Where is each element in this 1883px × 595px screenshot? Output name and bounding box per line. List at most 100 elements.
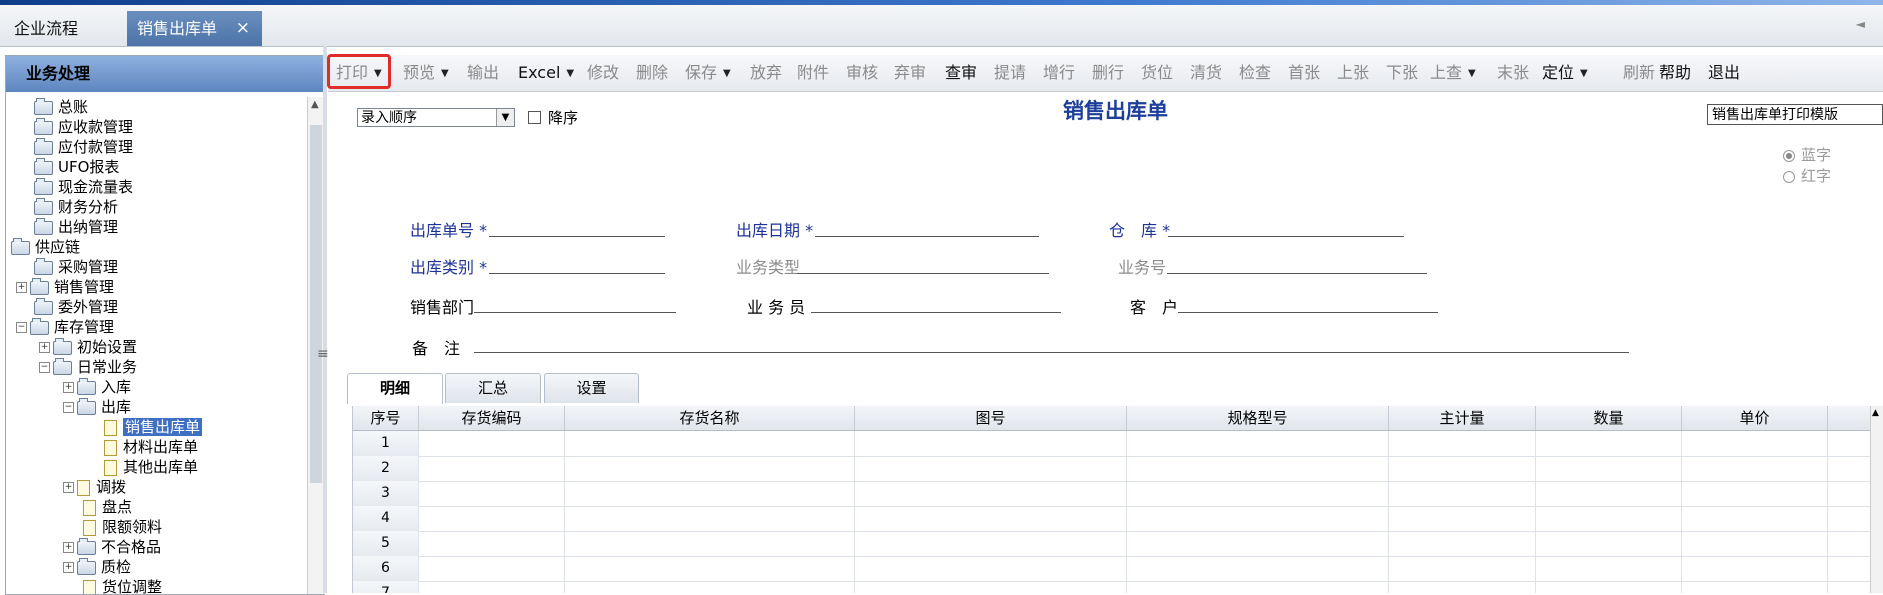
warehouse-field[interactable]	[1168, 236, 1404, 237]
table-cell[interactable]	[565, 556, 855, 581]
toolbar-button[interactable]: 放弃	[750, 63, 782, 83]
dropdown-arrow-icon[interactable]: ▼	[566, 68, 574, 79]
table-cell[interactable]	[419, 531, 565, 556]
tree-node[interactable]: 供应链	[11, 237, 80, 257]
dropdown-arrow-icon[interactable]: ▼	[441, 68, 449, 79]
table-cell[interactable]	[419, 556, 565, 581]
tree-node[interactable]: + 初始设置	[39, 337, 137, 357]
tree-node[interactable]: + 不合格品	[63, 537, 161, 557]
remark-field[interactable]	[474, 352, 1629, 353]
column-header[interactable]: 单价	[1682, 406, 1828, 430]
table-cell[interactable]	[1682, 431, 1828, 456]
tab-settings[interactable]: 设置	[544, 373, 639, 403]
table-cell[interactable]	[1127, 506, 1389, 531]
toolbar-button[interactable]: 刷新	[1623, 63, 1655, 83]
dropdown-arrow-icon[interactable]: ▼	[1580, 68, 1588, 79]
table-cell[interactable]	[1536, 456, 1682, 481]
table-cell[interactable]	[1389, 506, 1536, 531]
out-date-field[interactable]	[815, 236, 1039, 237]
descending-checkbox[interactable]	[528, 111, 541, 124]
tree-node[interactable]: 货位调整	[83, 577, 162, 594]
table-cell[interactable]	[419, 431, 565, 456]
table-row[interactable]: 7	[353, 581, 1879, 593]
chevron-down-icon[interactable]: ▼	[496, 109, 514, 126]
column-header[interactable]: 存货名称	[565, 406, 855, 430]
toolbar-button[interactable]: 删除	[636, 63, 668, 83]
salesman-field[interactable]	[811, 312, 1061, 313]
table-cell[interactable]	[855, 556, 1127, 581]
toolbar-button[interactable]: 保存 ▼	[685, 63, 731, 83]
tree-node[interactable]: 出纳管理	[34, 217, 118, 237]
toolbar-button[interactable]: 增行	[1043, 63, 1075, 83]
toolbar-button[interactable]: 输出	[467, 63, 499, 83]
table-cell[interactable]	[1127, 556, 1389, 581]
table-cell[interactable]	[1536, 531, 1682, 556]
table-cell[interactable]	[1389, 556, 1536, 581]
toolbar-button[interactable]: 下张	[1386, 63, 1418, 83]
tab-enterprise-flow[interactable]: 企业流程	[0, 11, 122, 46]
table-row[interactable]: 2	[353, 456, 1879, 482]
tree-node[interactable]: 限额领料	[83, 517, 162, 537]
tree-node[interactable]: 应收款管理	[34, 117, 133, 137]
collapse-icon[interactable]: −	[63, 402, 74, 413]
scroll-up-icon[interactable]: ▲	[1872, 408, 1879, 418]
dropdown-arrow-icon[interactable]: ▼	[723, 68, 731, 79]
table-cell[interactable]	[1536, 556, 1682, 581]
tree-node[interactable]: − 库存管理	[16, 317, 114, 337]
tab-sales-outbound[interactable]: 销售出库单 ×	[127, 11, 262, 46]
print-template-select[interactable]: 销售出库单打印模版	[1707, 104, 1883, 125]
table-cell[interactable]	[419, 456, 565, 481]
table-row[interactable]: 4	[353, 506, 1879, 532]
toolbar-button[interactable]: 首张	[1288, 63, 1320, 83]
customer-field[interactable]	[1178, 312, 1438, 313]
expand-icon[interactable]: +	[63, 562, 74, 573]
close-icon[interactable]: ×	[236, 11, 250, 46]
scroll-up-icon[interactable]: ▲	[311, 99, 319, 110]
toolbar-button[interactable]: 查审	[945, 63, 977, 83]
expand-icon[interactable]: +	[63, 482, 74, 493]
collapse-icon[interactable]: −	[39, 362, 50, 373]
table-cell[interactable]	[419, 481, 565, 506]
collapse-icon[interactable]: −	[16, 322, 27, 333]
tree-node[interactable]: + 调拨	[63, 477, 126, 497]
biz-type-field[interactable]	[797, 273, 1049, 274]
table-cell[interactable]	[1536, 581, 1682, 593]
expand-icon[interactable]: +	[16, 282, 27, 293]
scroll-thumb[interactable]	[310, 125, 322, 483]
toolbar-button[interactable]: 提请	[994, 63, 1026, 83]
table-cell[interactable]	[1389, 581, 1536, 593]
sales-dept-field[interactable]	[474, 312, 676, 313]
tree-node[interactable]: 盘点	[83, 497, 132, 517]
toolbar-button[interactable]: 帮助	[1659, 63, 1691, 83]
biz-no-field[interactable]	[1167, 273, 1427, 274]
tree-node[interactable]: 销售出库单	[104, 417, 203, 437]
tree-node[interactable]: 委外管理	[34, 297, 118, 317]
out-no-field[interactable]	[489, 236, 665, 237]
table-cell[interactable]	[565, 431, 855, 456]
table-cell[interactable]	[1127, 531, 1389, 556]
table-cell[interactable]	[855, 506, 1127, 531]
tree-node[interactable]: − 日常业务	[39, 357, 137, 377]
table-row[interactable]: 3	[353, 481, 1879, 507]
column-header[interactable]: 序号	[353, 406, 419, 430]
expand-icon[interactable]: +	[39, 342, 50, 353]
table-cell[interactable]	[1389, 531, 1536, 556]
expand-icon[interactable]: +	[63, 542, 74, 553]
tab-scroll-left-icon[interactable]: ◄	[1856, 17, 1865, 31]
tree-node[interactable]: UFO报表	[34, 157, 119, 177]
toolbar-button[interactable]: 上查 ▼	[1430, 63, 1476, 83]
dropdown-arrow-icon[interactable]: ▼	[1468, 68, 1476, 79]
tree-node[interactable]: + 质检	[63, 557, 131, 577]
table-cell[interactable]	[419, 581, 565, 593]
table-cell[interactable]	[855, 431, 1127, 456]
toolbar-button[interactable]: 审核	[846, 63, 878, 83]
toolbar-button[interactable]: 末张	[1497, 63, 1529, 83]
tab-detail[interactable]: 明细	[347, 373, 443, 404]
table-cell[interactable]	[855, 581, 1127, 593]
table-cell[interactable]	[1389, 431, 1536, 456]
tree-node[interactable]: 现金流量表	[34, 177, 133, 197]
toolbar-button[interactable]: 上张	[1337, 63, 1369, 83]
toolbar-button[interactable]: 检查	[1239, 63, 1271, 83]
table-cell[interactable]	[565, 531, 855, 556]
tree-node[interactable]: 总账	[34, 97, 88, 117]
